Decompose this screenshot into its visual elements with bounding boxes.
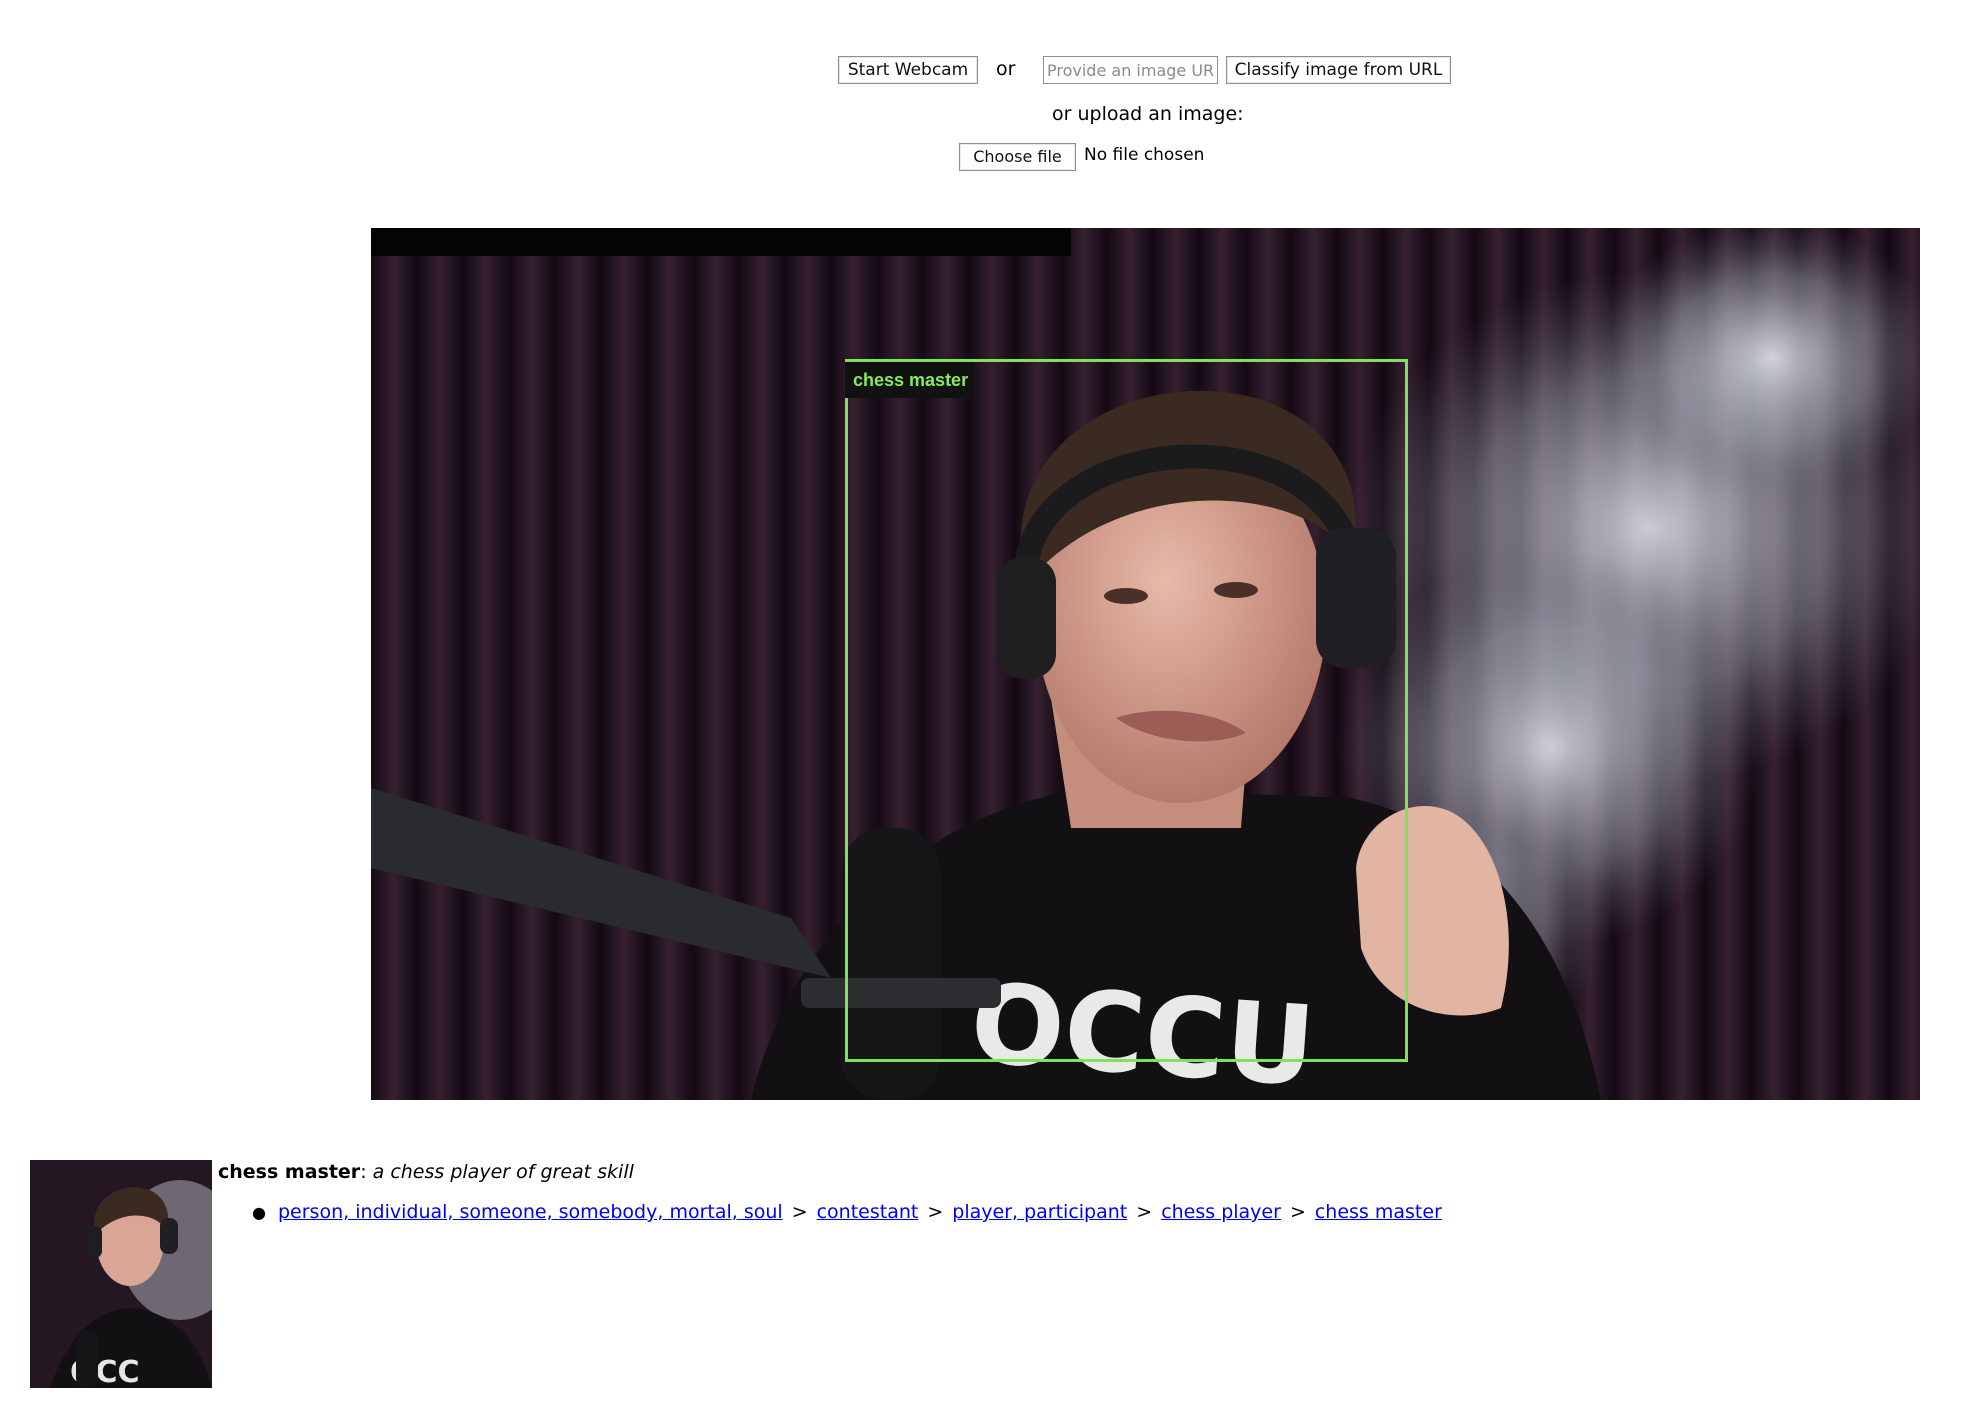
hierarchy-link-person[interactable]: person, individual, someone, somebody, m… xyxy=(278,1201,783,1223)
hierarchy-link-chess-player[interactable]: chess player xyxy=(1161,1201,1281,1223)
category-hierarchy: ● person, individual, someone, somebody, … xyxy=(252,1201,1442,1223)
thumbnail-illustration: OCC xyxy=(30,1160,212,1388)
hierarchy-separator: > xyxy=(927,1201,944,1223)
result-definition: a chess player of great skill xyxy=(372,1161,634,1183)
file-status-text: No file chosen xyxy=(1084,145,1205,165)
hierarchy-separator: > xyxy=(791,1201,808,1223)
hierarchy-link-chess-master[interactable]: chess master xyxy=(1315,1201,1442,1223)
image-url-input[interactable] xyxy=(1043,56,1218,84)
start-webcam-button[interactable]: Start Webcam xyxy=(838,56,978,84)
classified-image: OCCU chess master xyxy=(371,228,1920,1100)
detection-label: chess master xyxy=(845,362,975,398)
hierarchy-separator: > xyxy=(1289,1201,1306,1223)
result-colon: : xyxy=(360,1161,367,1183)
hierarchy-link-player[interactable]: player, participant xyxy=(952,1201,1127,1223)
classify-url-button[interactable]: Classify image from URL xyxy=(1226,56,1451,84)
result-title: chess master: a chess player of great sk… xyxy=(218,1161,634,1183)
choose-file-button[interactable]: Choose file xyxy=(959,143,1076,171)
result-name: chess master xyxy=(218,1161,361,1183)
hierarchy-separator: > xyxy=(1136,1201,1153,1223)
detection-box xyxy=(845,359,1408,1062)
hierarchy-link-contestant[interactable]: contestant xyxy=(817,1201,919,1223)
result-thumbnail: OCC xyxy=(30,1160,212,1388)
upload-label: or upload an image: xyxy=(1052,103,1244,125)
bullet-icon: ● xyxy=(252,1203,266,1222)
or-separator-text: or xyxy=(996,58,1016,80)
